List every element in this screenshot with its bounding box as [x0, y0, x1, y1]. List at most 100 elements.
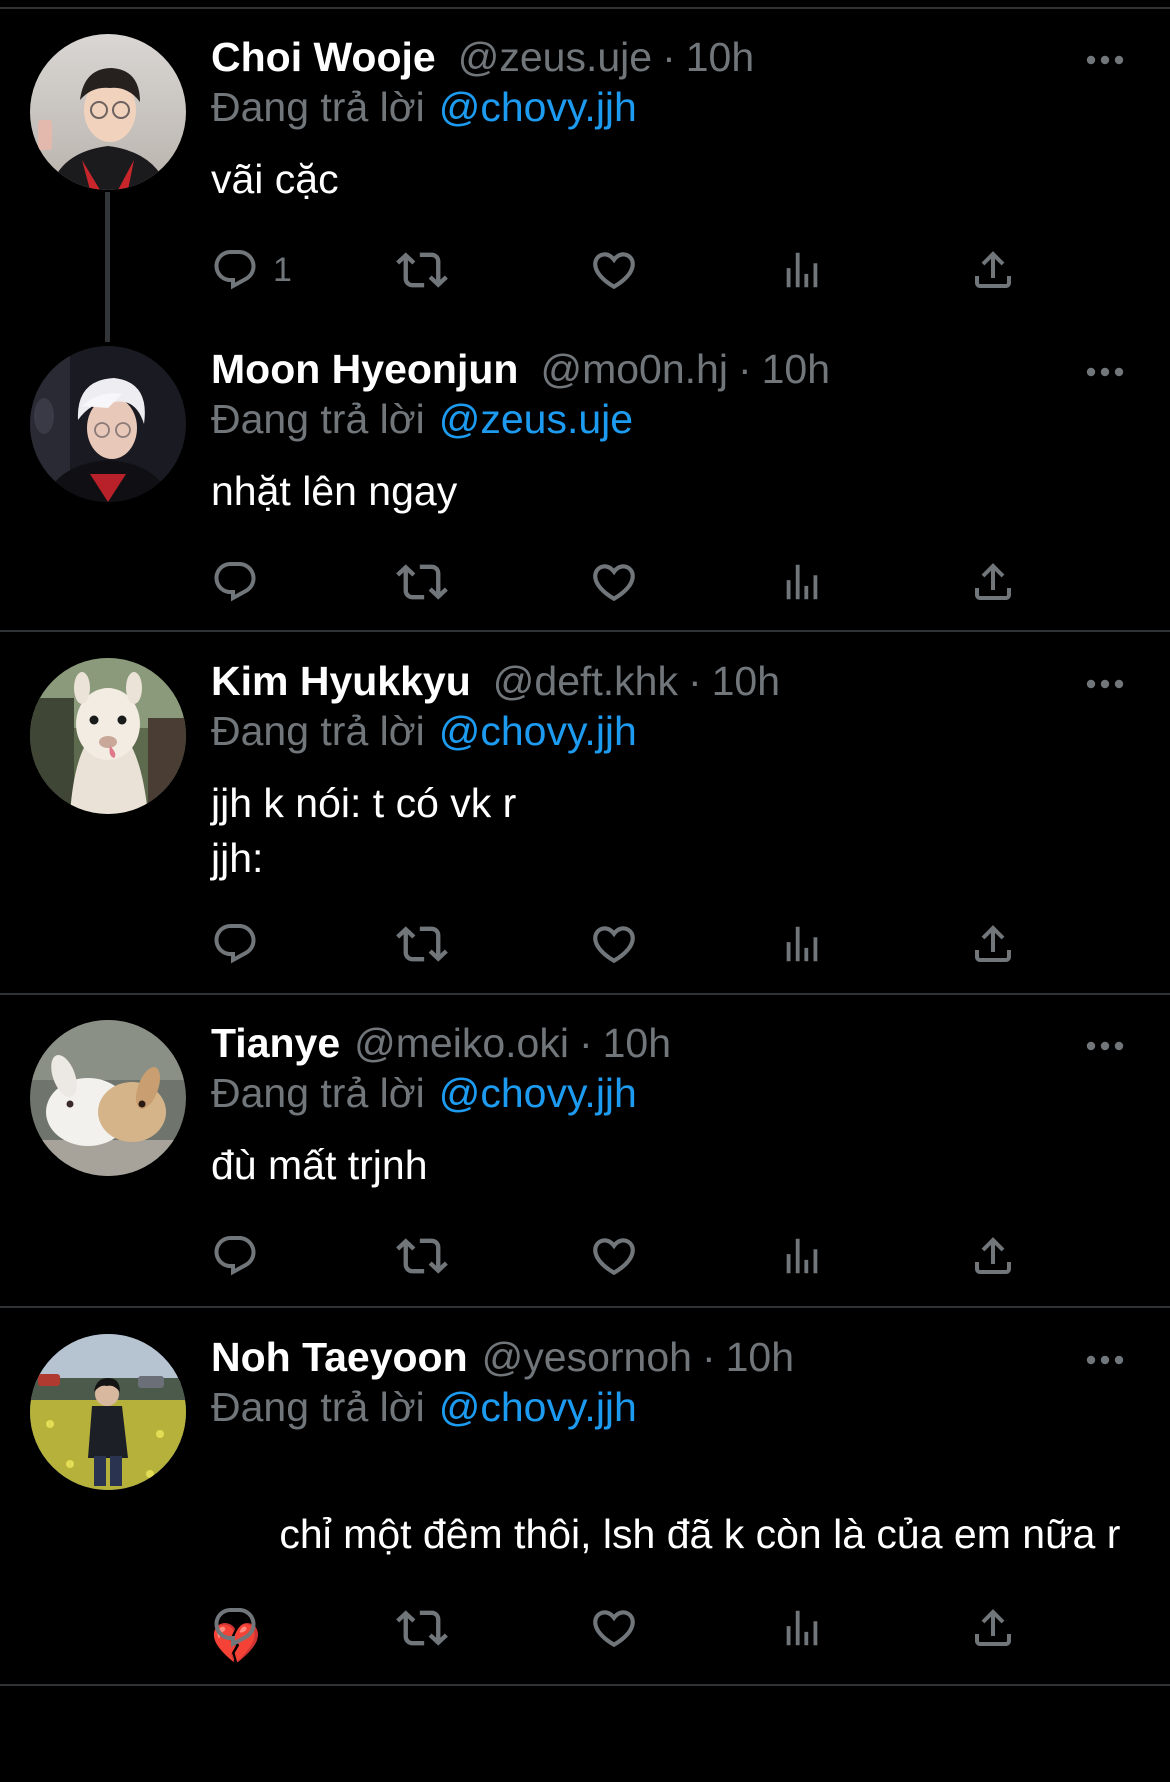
avatar[interactable]	[30, 346, 186, 502]
timestamp[interactable]: 10h	[726, 1334, 794, 1380]
retweet-icon	[396, 252, 448, 288]
retweet-button[interactable]	[396, 1226, 448, 1286]
share-button[interactable]	[969, 914, 1017, 974]
like-button[interactable]	[589, 1226, 639, 1286]
heart-icon	[593, 1238, 635, 1276]
user-handle[interactable]: @mo0n.hj	[540, 346, 727, 392]
timestamp[interactable]: 10h	[603, 1020, 671, 1066]
replying-to-label: Đang trả lời	[211, 1070, 425, 1116]
heart-icon	[593, 564, 635, 602]
tweet-header: Moon Hyeonjun @mo0n.hj · 10h	[211, 344, 1170, 394]
retweet-button[interactable]	[396, 914, 448, 974]
separator-dot: ·	[578, 1020, 593, 1066]
mention-link[interactable]: @chovy.jjh	[439, 1384, 637, 1430]
more-options-button[interactable]	[1085, 1350, 1125, 1370]
more-options-button[interactable]	[1085, 1036, 1125, 1056]
like-button[interactable]	[589, 240, 639, 300]
views-icon	[786, 1238, 818, 1274]
views-button[interactable]	[779, 1226, 825, 1286]
display-name[interactable]: Moon Hyeonjun	[211, 346, 518, 392]
reply-icon	[214, 1236, 256, 1276]
more-options-button[interactable]	[1085, 674, 1125, 694]
action-bar	[211, 1226, 1091, 1286]
share-icon	[975, 925, 1011, 962]
share-icon	[975, 251, 1011, 288]
timestamp[interactable]: 10h	[762, 346, 830, 392]
retweet-icon	[396, 564, 448, 600]
tweet-text: nhặt lên ngay	[211, 468, 458, 514]
retweet-button[interactable]	[396, 240, 448, 300]
display-name[interactable]: Kim Hyukkyu	[211, 658, 471, 704]
retweet-icon	[396, 1238, 448, 1274]
reply-button[interactable]	[211, 1598, 273, 1658]
views-button[interactable]	[779, 914, 825, 974]
mention-link[interactable]: @chovy.jjh	[439, 708, 637, 754]
like-button[interactable]	[589, 1598, 639, 1658]
replying-to-line: Đang trả lời @chovy.jjh	[211, 1382, 637, 1432]
avatar[interactable]	[30, 34, 186, 190]
action-bar	[211, 552, 1091, 612]
replying-to-label: Đang trả lời	[211, 1384, 425, 1430]
tweet-header: Choi Wooje @zeus.uje · 10h	[211, 32, 1170, 82]
views-icon	[786, 252, 818, 288]
reply-button[interactable]	[211, 1226, 273, 1286]
reply-count: 1	[273, 250, 292, 289]
reply-button[interactable]: 1	[211, 240, 292, 300]
avatar-image	[30, 1334, 186, 1490]
display-name[interactable]: Tianye	[211, 1020, 340, 1066]
views-button[interactable]	[779, 1598, 825, 1658]
user-handle[interactable]: @zeus.uje	[458, 34, 652, 80]
avatar[interactable]	[30, 1020, 186, 1176]
tweet-tianye[interactable]: Tianye @meiko.oki · 10h Đang trả lời @chovy.…	[0, 995, 1170, 1307]
share-icon	[975, 1609, 1011, 1646]
user-handle[interactable]: @meiko.oki	[354, 1020, 569, 1066]
share-button[interactable]	[969, 240, 1017, 300]
views-icon	[786, 564, 818, 600]
tweet-kim-hyukkyu[interactable]: Kim Hyukkyu @deft.khk · 10h Đang trả lời @ch…	[0, 632, 1170, 994]
share-button[interactable]	[969, 552, 1017, 612]
share-button[interactable]	[969, 1226, 1017, 1286]
heart-icon	[593, 252, 635, 290]
tweet-text-content: chỉ một đêm thôi, lsh đã k còn là của em…	[279, 1511, 1121, 1557]
mention-link[interactable]: @chovy.jjh	[439, 84, 637, 130]
tweet-moon-hyeonjun[interactable]: Moon Hyeonjun @mo0n.hj · 10h Đang trả lời @z…	[0, 320, 1170, 632]
reply-button[interactable]	[211, 552, 273, 612]
timestamp[interactable]: 10h	[686, 34, 754, 80]
display-name[interactable]: Noh Taeyoon	[211, 1334, 468, 1380]
tweet-header: Noh Taeyoon @yesornoh · 10h	[211, 1332, 1170, 1382]
action-bar	[211, 1598, 1091, 1658]
like-button[interactable]	[589, 914, 639, 974]
avatar-image	[30, 34, 186, 190]
reply-icon	[214, 250, 256, 290]
tweet-choi-wooje[interactable]: Choi Wooje @zeus.uje · 10h Đang trả lời @cho…	[0, 0, 1170, 320]
tweet-header: Tianye @meiko.oki · 10h	[211, 1018, 1170, 1068]
avatar[interactable]	[30, 658, 186, 814]
reply-feed: Choi Wooje @zeus.uje · 10h Đang trả lời @cho…	[0, 0, 1170, 1691]
user-handle[interactable]: @yesornoh	[482, 1334, 692, 1380]
user-handle[interactable]: @deft.khk	[493, 658, 678, 704]
views-button[interactable]	[779, 552, 825, 612]
reply-icon	[214, 1608, 256, 1648]
share-icon	[975, 1237, 1011, 1274]
retweet-button[interactable]	[396, 552, 448, 612]
more-options-button[interactable]	[1085, 50, 1125, 70]
avatar[interactable]	[30, 1334, 186, 1490]
mention-link[interactable]: @zeus.uje	[439, 396, 633, 442]
reply-button[interactable]	[211, 914, 273, 974]
replying-to-line: Đang trả lời @chovy.jjh	[211, 82, 637, 132]
more-icon	[1086, 1041, 1124, 1051]
tweet-text: đù mất trjnh	[211, 1142, 428, 1188]
views-icon	[786, 1610, 818, 1646]
display-name[interactable]: Choi Wooje	[211, 34, 436, 80]
timestamp[interactable]: 10h	[712, 658, 780, 704]
tweet-noh-taeyoon[interactable]: Noh Taeyoon @yesornoh · 10h Đang trả lời @ch…	[0, 1308, 1170, 1678]
avatar-image	[30, 346, 186, 502]
views-button[interactable]	[779, 240, 825, 300]
retweet-button[interactable]	[396, 1598, 448, 1658]
more-options-button[interactable]	[1085, 362, 1125, 382]
separator-dot: ·	[737, 346, 752, 392]
share-button[interactable]	[969, 1598, 1017, 1658]
mention-link[interactable]: @chovy.jjh	[439, 1070, 637, 1116]
like-button[interactable]	[589, 552, 639, 612]
tweet-header: Kim Hyukkyu @deft.khk · 10h	[211, 656, 1170, 706]
